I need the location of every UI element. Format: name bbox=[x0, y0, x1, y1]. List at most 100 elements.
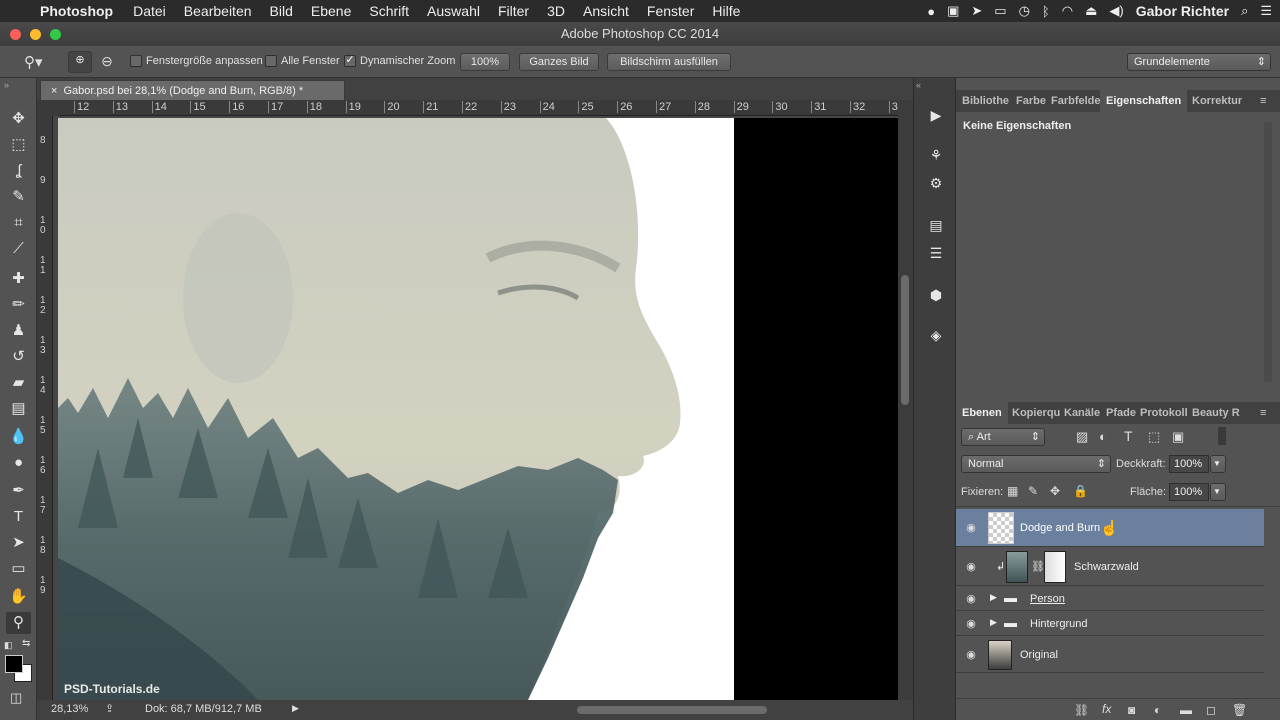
rectangle-tool-icon[interactable]: ▭ bbox=[6, 558, 31, 580]
vertical-scroll-thumb[interactable] bbox=[901, 275, 909, 405]
tab-layers[interactable]: Ebenen bbox=[956, 402, 1008, 424]
menu-ansicht[interactable]: Ansicht bbox=[583, 3, 629, 19]
lock-transparent-icon[interactable]: ▦ bbox=[1007, 484, 1018, 498]
close-window-button[interactable] bbox=[10, 29, 21, 40]
fill-input[interactable]: 100% bbox=[1169, 483, 1209, 501]
document-canvas[interactable]: PSD-Tutorials.de bbox=[58, 118, 898, 700]
zoom-100-button[interactable]: 100% bbox=[460, 53, 510, 71]
hand-tool-icon[interactable]: ✋ bbox=[6, 586, 31, 608]
layer-mask-thumbnail[interactable] bbox=[1044, 551, 1066, 583]
opacity-input[interactable]: 100% bbox=[1169, 455, 1209, 473]
notification-list-icon[interactable]: ☰ bbox=[1260, 3, 1272, 19]
delete-layer-icon[interactable]: 🗑 bbox=[1232, 703, 1247, 717]
menu-bild[interactable]: Bild bbox=[270, 3, 293, 19]
filter-smart-object-icon[interactable]: ▣ bbox=[1172, 429, 1184, 445]
filter-adjustment-icon[interactable]: ◐ bbox=[1099, 429, 1107, 444]
close-tab-icon[interactable]: × bbox=[51, 85, 57, 97]
visibility-eye-icon[interactable]: ◉ bbox=[964, 521, 978, 534]
lock-position-icon[interactable]: ✥ bbox=[1050, 484, 1060, 498]
tab-clone-source[interactable]: Kopierqu bbox=[1012, 402, 1060, 424]
paragraph-panel-icon[interactable]: ☰ bbox=[924, 242, 948, 264]
visibility-eye-icon[interactable]: ◉ bbox=[964, 560, 978, 573]
blend-mode-select[interactable]: Normal ⇕ bbox=[961, 455, 1111, 473]
tab-channels[interactable]: Kanäle bbox=[1064, 402, 1100, 424]
wifi-icon[interactable]: ◠ bbox=[1062, 3, 1073, 19]
add-mask-icon[interactable]: ◙ bbox=[1128, 703, 1135, 717]
fit-screen-button[interactable]: Ganzes Bild bbox=[519, 53, 599, 71]
lasso-tool-icon[interactable]: ʆ bbox=[6, 160, 31, 182]
zoom-window-button[interactable] bbox=[50, 29, 61, 40]
tab-properties[interactable]: Eigenschaften bbox=[1100, 90, 1188, 112]
vertical-scrollbar[interactable] bbox=[898, 100, 913, 700]
menu-app-name[interactable]: Photoshop bbox=[40, 3, 113, 19]
volume-icon[interactable]: ◀) bbox=[1109, 3, 1123, 19]
eraser-tool-icon[interactable]: ▰ bbox=[6, 372, 31, 394]
eyedropper-tool-icon[interactable]: ⟋ bbox=[6, 238, 31, 260]
menu-3d[interactable]: 3D bbox=[547, 3, 565, 19]
layers-panel-menu-icon[interactable]: ≡ bbox=[1260, 402, 1266, 424]
layer-row-person[interactable]: ◉ ▶ ▬ Person bbox=[956, 587, 1264, 611]
menubar-user[interactable]: Gabor Richter bbox=[1136, 3, 1229, 19]
3d-panel-icon[interactable]: ⬢ bbox=[924, 284, 948, 306]
layer-name[interactable]: Hintergrund bbox=[1030, 618, 1087, 630]
share-icon[interactable]: ⇪ bbox=[105, 702, 114, 715]
blur-tool-icon[interactable]: 💧 bbox=[6, 426, 31, 448]
new-layer-icon[interactable]: ◻ bbox=[1206, 703, 1216, 717]
all-windows-checkbox[interactable] bbox=[265, 55, 277, 67]
airplay-icon[interactable]: ▭ bbox=[994, 3, 1006, 19]
healing-brush-tool-icon[interactable]: ✚ bbox=[6, 268, 31, 290]
menu-filter[interactable]: Filter bbox=[498, 3, 529, 19]
swap-colors-icon[interactable]: ⇆ bbox=[22, 638, 30, 649]
filter-type-icon[interactable]: T bbox=[1124, 428, 1133, 444]
mask-link-icon[interactable]: ⛓ bbox=[1031, 560, 1045, 573]
tab-history[interactable]: Protokoll bbox=[1140, 402, 1188, 424]
brush-tool-icon[interactable]: ✏ bbox=[6, 294, 31, 316]
zoom-in-icon[interactable]: ⊕ bbox=[68, 51, 92, 73]
type-tool-icon[interactable]: T bbox=[6, 506, 31, 528]
filter-shape-icon[interactable]: ⬚ bbox=[1148, 429, 1160, 445]
minimize-window-button[interactable] bbox=[30, 29, 41, 40]
marquee-tool-icon[interactable]: ⬚ bbox=[6, 134, 31, 156]
workspace-select[interactable]: Grundelemente ⇕ bbox=[1127, 53, 1271, 71]
layer-name[interactable]: Dodge and Burn bbox=[1020, 522, 1100, 534]
adjustment-layer-icon[interactable]: ◐ bbox=[1154, 703, 1161, 717]
layer-name[interactable]: Person bbox=[1030, 593, 1065, 605]
layer-name[interactable]: Schwarzwald bbox=[1074, 561, 1139, 573]
spotlight-icon[interactable]: ⌕ bbox=[1241, 3, 1248, 19]
menu-ebene[interactable]: Ebene bbox=[311, 3, 351, 19]
gradient-tool-icon[interactable]: ▤ bbox=[6, 398, 31, 420]
tool-presets-icon[interactable]: ⚙ bbox=[924, 172, 948, 194]
zoom-tool-preset-icon[interactable]: ⚲▾ bbox=[24, 53, 54, 71]
history-brush-tool-icon[interactable]: ↺ bbox=[6, 346, 31, 368]
filter-pixel-icon[interactable]: ▨ bbox=[1076, 429, 1088, 445]
hat-icon[interactable]: ● bbox=[927, 4, 935, 19]
panel-menu-icon[interactable]: ≡ bbox=[1260, 90, 1266, 112]
new-group-icon[interactable]: ▬ bbox=[1180, 703, 1192, 717]
vertical-ruler[interactable]: 8 9 1 0 1 1 1 2 1 3 1 4 1 5 1 6 1 7 1 8 1 9 bbox=[37, 116, 53, 700]
layer-filter-select[interactable]: ⌕ Art ⇕ bbox=[961, 428, 1045, 446]
fill-dropdown-icon[interactable]: ▼ bbox=[1210, 483, 1226, 501]
dock-collapse-icon[interactable]: « bbox=[916, 80, 921, 90]
character-panel-icon[interactable]: ▤ bbox=[924, 214, 948, 236]
menu-auswahl[interactable]: Auswahl bbox=[427, 3, 480, 19]
zoom-out-icon[interactable]: ⊖ bbox=[97, 53, 117, 71]
lock-all-icon[interactable]: 🔒 bbox=[1073, 484, 1088, 498]
opacity-dropdown-icon[interactable]: ▼ bbox=[1210, 455, 1226, 473]
layer-row-schwarzwald[interactable]: ◉ ↲ ⛓ Schwarzwald bbox=[956, 548, 1264, 586]
eject-icon[interactable]: ⏏ bbox=[1085, 3, 1097, 19]
foreground-color-swatch[interactable] bbox=[5, 655, 23, 673]
crop-tool-icon[interactable]: ⌗ bbox=[6, 212, 31, 234]
bluetooth-icon[interactable]: ᛒ bbox=[1042, 4, 1050, 19]
layer-name[interactable]: Original bbox=[1020, 649, 1058, 661]
toolbar-collapse-icon[interactable]: » bbox=[4, 80, 9, 90]
tab-color[interactable]: Farbe bbox=[1016, 90, 1046, 112]
fill-screen-button[interactable]: Bildschirm ausfüllen bbox=[607, 53, 731, 71]
pen-tool-icon[interactable]: ✒ bbox=[6, 480, 31, 502]
layer-style-fx-icon[interactable]: fx bbox=[1102, 702, 1111, 716]
visibility-eye-icon[interactable]: ◉ bbox=[964, 617, 978, 630]
tab-paths[interactable]: Pfade bbox=[1106, 402, 1136, 424]
resize-windows-checkbox[interactable] bbox=[130, 55, 142, 67]
quick-selection-tool-icon[interactable]: ✎ bbox=[6, 186, 31, 208]
layer-comps-icon[interactable]: ◈ bbox=[924, 324, 948, 346]
horizontal-scroll-thumb[interactable] bbox=[577, 706, 767, 714]
